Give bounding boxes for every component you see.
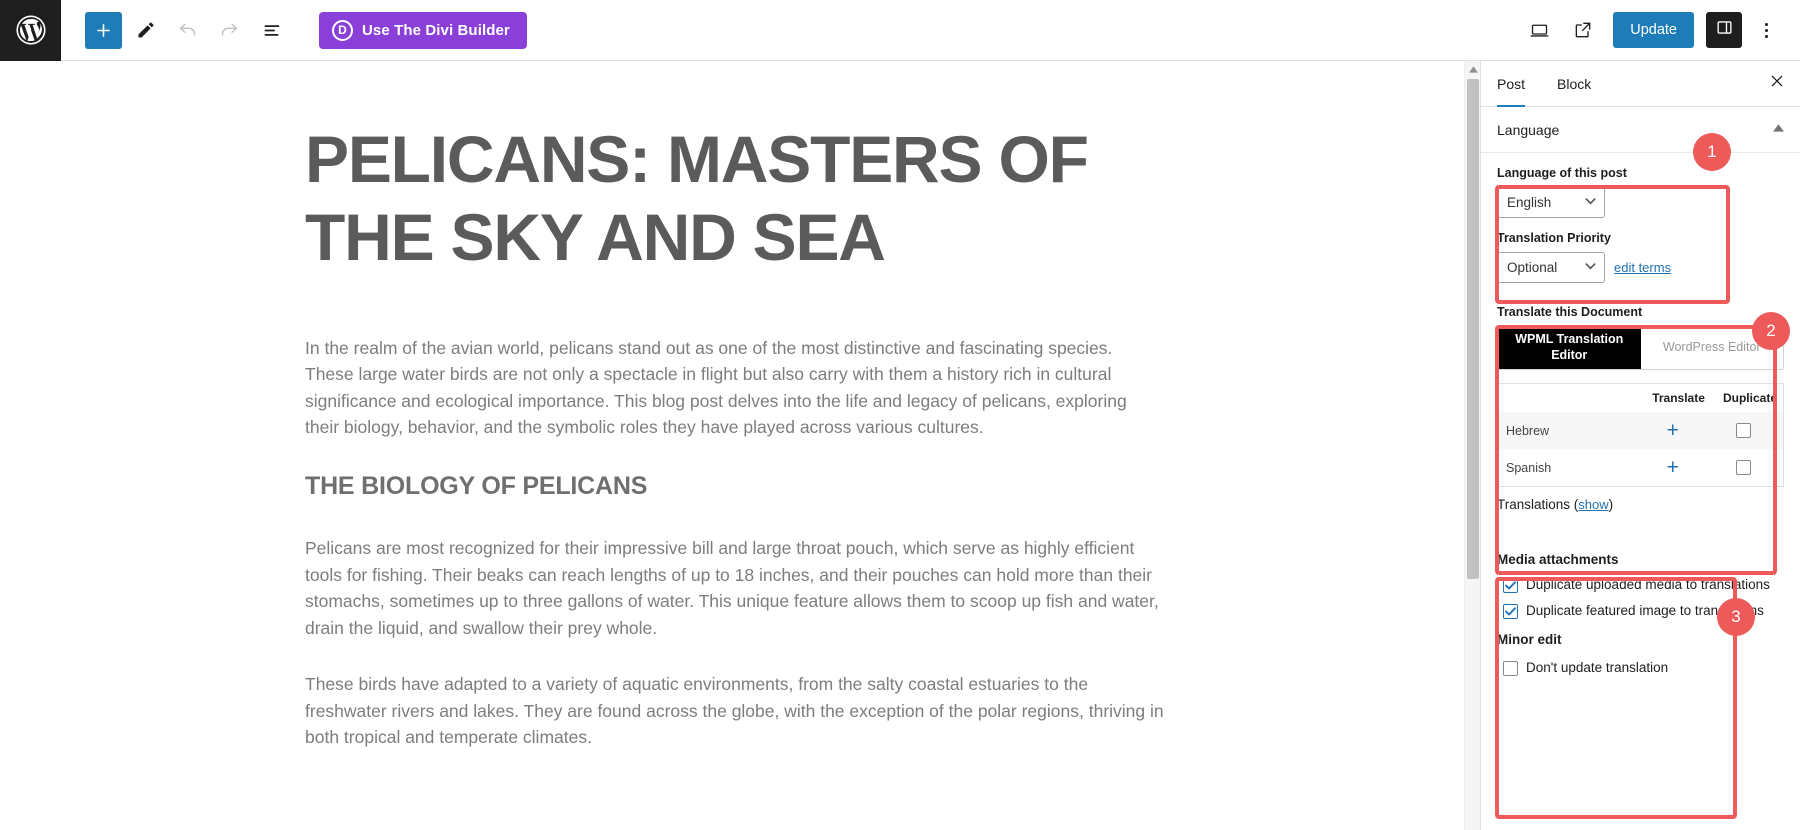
view-post-button[interactable] bbox=[1564, 12, 1601, 49]
plus-icon[interactable]: + bbox=[1667, 457, 1679, 478]
post-title[interactable]: PELICANS: MASTERS OF THE SKY AND SEA bbox=[305, 121, 1115, 277]
translations-show-row: Translations (show) bbox=[1497, 497, 1784, 512]
preview-device-button[interactable] bbox=[1521, 12, 1558, 49]
translate-cell: + bbox=[1641, 449, 1711, 487]
duplicate-cell bbox=[1711, 449, 1784, 487]
language-panel-body: Language of this post English Translatio… bbox=[1481, 166, 1800, 676]
kebab-menu-icon bbox=[1764, 28, 1768, 32]
kebab-menu-icon bbox=[1764, 34, 1768, 38]
language-panel-header[interactable]: Language bbox=[1481, 107, 1800, 153]
duplicate-uploaded-media-checkbox[interactable] bbox=[1503, 578, 1518, 593]
duplicate-checkbox-spanish[interactable] bbox=[1736, 460, 1752, 476]
priority-select-value: Optional bbox=[1507, 260, 1558, 275]
close-sidebar-button[interactable] bbox=[1754, 61, 1800, 106]
row-language-spanish: Spanish bbox=[1506, 460, 1552, 475]
add-block-button[interactable] bbox=[85, 11, 122, 49]
translate-cell: + bbox=[1640, 412, 1711, 449]
dont-update-translation-checkbox[interactable] bbox=[1503, 660, 1518, 676]
redo-button[interactable] bbox=[211, 12, 248, 49]
list-view-button[interactable] bbox=[253, 12, 290, 49]
edit-tool-button[interactable] bbox=[127, 12, 164, 49]
minor-edit-label: Minor edit bbox=[1497, 631, 1562, 647]
tab-block-label: Block bbox=[1557, 75, 1592, 92]
undo-button[interactable] bbox=[169, 12, 206, 49]
translation-priority-label: Translation Priority bbox=[1497, 231, 1611, 245]
translation-priority-select[interactable]: Optional bbox=[1497, 252, 1605, 283]
column-duplicate: Duplicate bbox=[1722, 391, 1777, 405]
row-language-hebrew: Hebrew bbox=[1497, 412, 1641, 449]
toolbar-left-group: D Use The Divi Builder bbox=[61, 11, 527, 49]
chevron-up-icon[interactable] bbox=[1773, 124, 1784, 135]
wordpress-editor-option[interactable]: WordPress Editor bbox=[1640, 327, 1783, 369]
scroll-up-arrow-icon bbox=[1468, 60, 1478, 78]
settings-sidebar: Post Block Language Language of this pos… bbox=[1480, 61, 1800, 830]
document-outline-icon bbox=[261, 20, 282, 41]
duplicate-uploaded-media-label: Duplicate uploaded media to translations bbox=[1526, 577, 1770, 592]
language-select-value: English bbox=[1507, 195, 1552, 210]
media-attachments-section: Media attachments Duplicate uploaded med… bbox=[1497, 552, 1784, 676]
duplicate-featured-image-label: Duplicate featured image to translations bbox=[1526, 603, 1764, 619]
divi-button-label: Use The Divi Builder bbox=[362, 21, 510, 39]
close-x-icon bbox=[1769, 73, 1785, 94]
media-attachments-title: Media attachments bbox=[1497, 552, 1619, 567]
heading-block[interactable]: THE BIOLOGY OF PELICANS bbox=[305, 472, 1170, 501]
kebab-menu-icon bbox=[1764, 22, 1768, 26]
view-post-external-icon bbox=[1573, 20, 1593, 40]
sidebar-tabs: Post Block bbox=[1481, 61, 1800, 107]
language-panel-title: Language bbox=[1497, 121, 1560, 138]
translations-paren-close: ) bbox=[1608, 497, 1614, 512]
pencil-icon bbox=[136, 20, 156, 40]
settings-sidebar-toggle[interactable] bbox=[1706, 12, 1742, 48]
toolbar-right-group: Update bbox=[1521, 12, 1800, 49]
tab-block[interactable]: Block bbox=[1541, 61, 1607, 106]
scrollbar-thumb[interactable] bbox=[1467, 79, 1479, 579]
post-content: PELICANS: MASTERS OF THE SKY AND SEA In … bbox=[0, 61, 1170, 750]
wordpress-logo-button[interactable] bbox=[0, 0, 61, 61]
table-header-row: Translate Duplicate bbox=[1498, 384, 1784, 413]
undo-arrow-icon bbox=[177, 20, 198, 41]
chevron-down-icon bbox=[1585, 197, 1596, 208]
plus-icon bbox=[94, 21, 113, 40]
settings-sidebar-icon bbox=[1715, 18, 1734, 42]
paragraph-block[interactable]: Pelicans are most recognized for their i… bbox=[305, 535, 1165, 641]
translations-table: Translate Duplicate Hebrew + Spanish + bbox=[1497, 383, 1784, 487]
dont-update-translation-row: Don't update translation bbox=[1497, 659, 1784, 676]
tab-post[interactable]: Post bbox=[1481, 61, 1541, 107]
more-options-button[interactable] bbox=[1748, 12, 1784, 48]
divi-logo-icon: D bbox=[332, 19, 353, 41]
redo-arrow-icon bbox=[219, 20, 240, 41]
editor-scrollbar[interactable] bbox=[1464, 61, 1480, 830]
duplicate-checkbox-hebrew[interactable] bbox=[1736, 423, 1752, 439]
scroll-up-button[interactable] bbox=[1465, 61, 1481, 77]
use-divi-builder-button[interactable]: D Use The Divi Builder bbox=[319, 11, 527, 49]
plus-icon[interactable]: + bbox=[1667, 420, 1679, 441]
table-row: Spanish + bbox=[1498, 449, 1784, 487]
paragraph-block[interactable]: In the realm of the avian world, pelican… bbox=[305, 335, 1165, 441]
editor-top-toolbar: D Use The Divi Builder Update bbox=[0, 0, 1800, 61]
duplicate-uploaded-media-row: Duplicate uploaded media to translations bbox=[1497, 576, 1784, 593]
chevron-down-icon bbox=[1585, 262, 1596, 273]
translations-show-link[interactable]: show bbox=[1578, 497, 1608, 512]
translations-label: Translations bbox=[1497, 497, 1571, 512]
priority-row: Optional edit terms bbox=[1497, 252, 1784, 283]
desktop-preview-icon bbox=[1529, 20, 1550, 41]
tab-post-label: Post bbox=[1497, 75, 1526, 92]
duplicate-featured-image-checkbox[interactable] bbox=[1503, 604, 1518, 620]
duplicate-featured-image-row: Duplicate featured image to translations bbox=[1497, 602, 1784, 620]
language-of-post-label: Language of this post bbox=[1497, 166, 1627, 180]
paragraph-block[interactable]: These birds have adapted to a variety of… bbox=[305, 671, 1165, 750]
update-button[interactable]: Update bbox=[1613, 12, 1694, 48]
translate-document-title: Translate this Document bbox=[1497, 305, 1643, 319]
editor-canvas[interactable]: PELICANS: MASTERS OF THE SKY AND SEA In … bbox=[0, 61, 1468, 830]
wpml-translation-editor-option[interactable]: WPML Translation Editor bbox=[1498, 327, 1641, 369]
edit-terms-link[interactable]: edit terms bbox=[1614, 260, 1671, 275]
language-select[interactable]: English bbox=[1497, 187, 1605, 218]
wordpress-logo-icon bbox=[15, 15, 46, 45]
column-language bbox=[1498, 384, 1641, 413]
dont-update-translation-label: Don't update translation bbox=[1526, 659, 1669, 675]
duplicate-cell bbox=[1710, 412, 1784, 449]
translation-editor-selector: WPML Translation Editor WordPress Editor bbox=[1497, 326, 1784, 370]
column-translate: Translate bbox=[1652, 391, 1705, 405]
table-row: Hebrew + bbox=[1497, 412, 1784, 449]
